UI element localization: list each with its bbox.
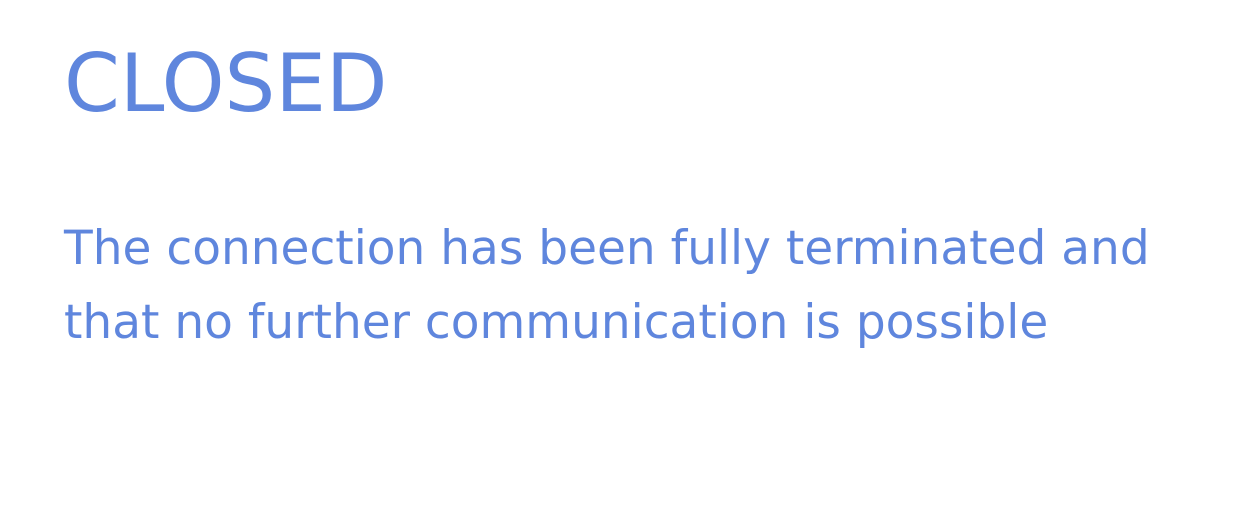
state-description: The connection has been fully terminated… bbox=[64, 221, 1150, 350]
slide: CLOSED The connection has been fully ter… bbox=[0, 0, 1246, 532]
state-title: CLOSED bbox=[64, 37, 388, 130]
